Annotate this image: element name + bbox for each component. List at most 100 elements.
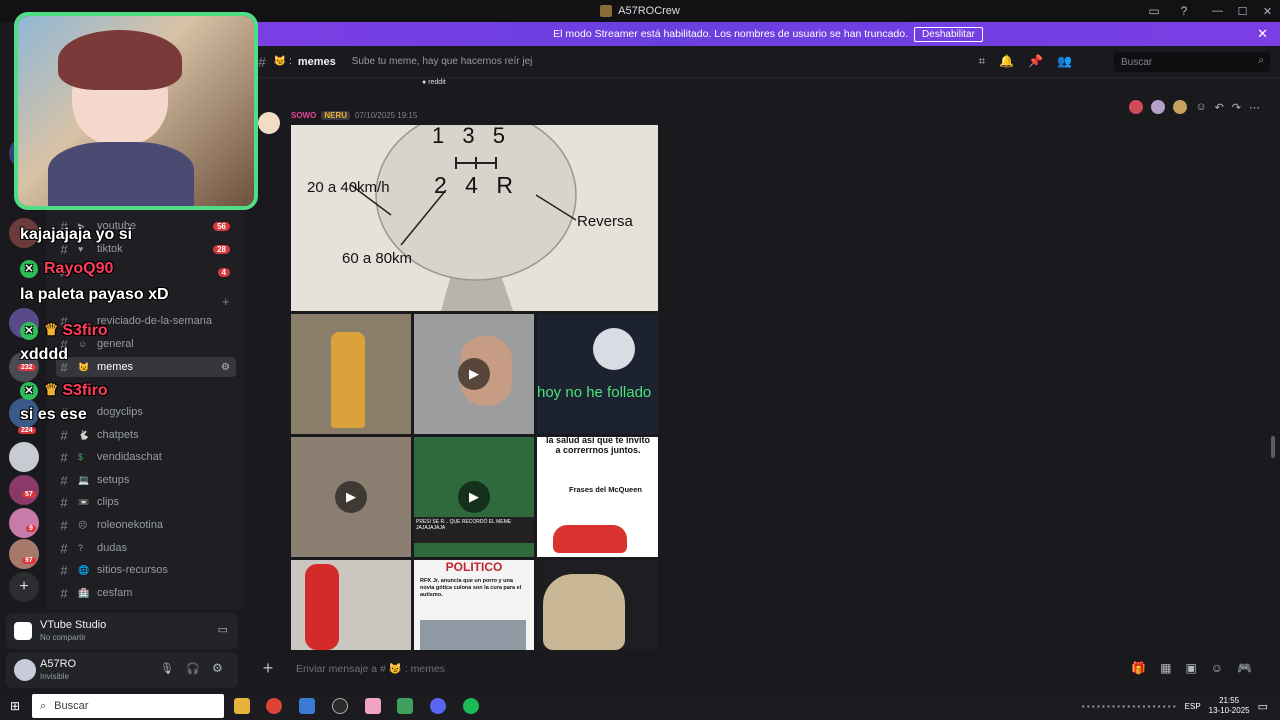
file-explorer-icon[interactable] [234,698,250,714]
channel-item[interactable]: # 📼 clips [56,492,236,512]
forward-icon[interactable]: ↷ [1232,101,1241,114]
attachment-image[interactable]: hoy no he follado [537,314,658,434]
meme-caption: la salud así que te invito a correrrnos … [545,437,651,455]
clock[interactable]: 21:55 13-10-2025 [1209,696,1250,716]
speed-label: 60 a 80km [342,250,413,267]
message-avatar[interactable] [258,112,280,134]
channel-settings-icon[interactable]: ⚙ [221,362,230,373]
search-input[interactable]: Buscar ⌕ [1114,52,1270,72]
app-icon[interactable] [332,698,348,714]
attach-plus-icon[interactable]: + [258,658,278,678]
attachment-video[interactable]: ▶ [414,314,534,434]
app-icon[interactable] [397,698,413,714]
stream-chat-name: ✕ ♛ S3firo [20,380,108,400]
help-icon[interactable]: ? [1175,2,1193,20]
maximize-button[interactable]: ☐ [1230,0,1255,22]
channel-item[interactable]: # 🏥 cesfam [56,583,236,603]
message-input[interactable]: Enviar mensaje a # 😼 : memes [296,662,445,675]
attachment-image[interactable]: POLITICO RFK Jr. anuncia que un porro y … [414,560,534,650]
attachment-image[interactable]: la salud así que te invito a correrrnos … [537,437,658,557]
server-badge: 97 [22,557,36,564]
app-icon[interactable] [299,698,315,714]
threads-icon[interactable]: ⌗ [978,54,985,69]
play-icon[interactable]: ▶ [335,481,367,513]
user-settings-icon[interactable]: ⚙ [212,661,223,675]
screen-share-icon[interactable]: ▭ [218,623,228,636]
voice-activity-title: VTube Studio [40,619,107,631]
gif-icon[interactable]: ▦ [1160,661,1171,675]
emoji-icon[interactable]: ☺ [1211,661,1223,675]
message-actions: ☺ ↶ ↷ ⋯ [1129,100,1260,114]
windows-taskbar: ⊞ ⌕ Buscar ▪ ▪ ▪ ▪ ▪ ▪ ▪ ▪ ▪ ▪ ▪ ▪ ▪ ▪ ▪… [0,692,1280,720]
stream-chat-line: si es ese [20,406,87,423]
windows-start-icon[interactable]: ⊞ [10,699,20,713]
vtuber-hair [58,30,182,90]
more-options-icon[interactable]: ⋯ [1249,101,1260,114]
chat-scrollbar[interactable] [1271,436,1275,458]
reply-icon[interactable]: ↶ [1215,101,1224,114]
disable-streamer-button[interactable]: Deshabilitar [914,26,983,42]
attachment-video[interactable]: PRESI SE R... QUE RECORDÓ EL MEME JAJAJA… [414,437,534,557]
inbox-icon[interactable]: ▭ [1145,2,1163,20]
headphones-icon[interactable]: 🎧 [186,662,200,675]
attachment-image[interactable] [291,314,411,434]
channel-item-memes[interactable]: # 😼 memes ⚙ [56,357,236,377]
server-icon[interactable] [9,508,39,538]
channel-item[interactable]: # ☹ roleonekotina [56,515,236,535]
add-reaction-icon[interactable]: ☺ [1195,101,1206,113]
add-channel-icon[interactable]: + [222,294,230,309]
voice-activity-panel: VTube Studio No compartir ▭ [6,613,238,649]
reaction-emoji-icon[interactable] [1173,100,1188,114]
server-icon[interactable] [9,442,39,472]
xbox-badge-icon: ✕ [20,260,38,278]
pin-icon[interactable]: 📌 [1028,54,1043,69]
notification-icon[interactable]: ▭ [1258,700,1268,713]
chrome-icon[interactable] [266,698,282,714]
app-icon[interactable] [365,698,381,714]
cat-shape [543,574,625,650]
language-indicator[interactable]: ESP [1185,702,1201,711]
soda-bottle-shape [331,332,365,428]
bell-icon[interactable]: 🔔 [999,54,1014,69]
play-icon[interactable]: ▶ [458,481,490,513]
meme-caption: Frases del McQueen [569,485,642,494]
server-badge: 57 [22,491,36,498]
attachment-image[interactable] [291,560,411,650]
apps-icon[interactable]: 🎮 [1237,661,1252,675]
close-window-button[interactable]: ✕ [1255,0,1280,22]
system-tray: ▪ ▪ ▪ ▪ ▪ ▪ ▪ ▪ ▪ ▪ ▪ ▪ ▪ ▪ ▪ ▪ ▪ ▪ ▪ ES… [1082,692,1280,720]
voice-activity-subtitle: No compartir [40,633,86,642]
message-author[interactable]: SOWO [291,111,316,120]
video-caption: PRESI SE R... QUE RECORDÓ EL MEME JAJAJA… [414,517,534,543]
server-icon[interactable] [9,475,39,505]
server-icon[interactable] [9,539,39,569]
car-shape [553,525,627,553]
close-icon[interactable]: ✕ [1257,26,1268,42]
add-server-icon[interactable]: + [9,572,39,602]
play-icon[interactable]: ▶ [458,358,490,390]
attachment-image[interactable] [537,560,658,650]
reverse-label: Reversa [577,213,633,230]
taskbar-search-input[interactable]: ⌕ Buscar [32,694,224,718]
channel-item[interactable]: # $ vendidaschat [56,447,236,467]
channel-topic: Sube tu meme, hay que hacernos reír jej [351,56,533,67]
reaction-emoji-icon[interactable] [1129,100,1144,114]
channel-item[interactable]: #? dudas [56,538,236,558]
message-composer[interactable]: + Enviar mensaje a # 😼 : memes 🎁 ▦ ▣ ☺ 🎮 [250,653,1270,683]
gift-icon[interactable]: 🎁 [1131,661,1146,675]
reaction-emoji-icon[interactable] [1151,100,1166,114]
spotify-icon[interactable] [463,698,479,714]
channel-item[interactable]: # 🐇 chatpets [56,425,236,445]
discord-icon[interactable] [430,698,446,714]
avatar[interactable] [14,659,36,681]
channel-item[interactable]: # 💻 setups [56,470,236,490]
channel-item[interactable]: # 🌐 sitios-recursos [56,560,236,580]
microphone-icon[interactable]: 🎙 [160,662,174,675]
tray-icons[interactable]: ▪ ▪ ▪ ▪ ▪ ▪ ▪ ▪ ▪ ▪ ▪ ▪ ▪ ▪ ▪ ▪ ▪ ▪ ▪ [1082,702,1176,711]
members-icon[interactable]: 👥 [1057,54,1072,69]
minimize-button[interactable]: — [1205,0,1230,22]
stream-chat-line: xdddd [20,346,68,363]
attachment-image[interactable]: 1 3 5 2 4 R 20 a 40km/h 60 a 80km Revers… [291,125,658,311]
attachment-video[interactable]: ▶ [291,437,411,557]
sticker-icon[interactable]: ▣ [1185,661,1196,675]
